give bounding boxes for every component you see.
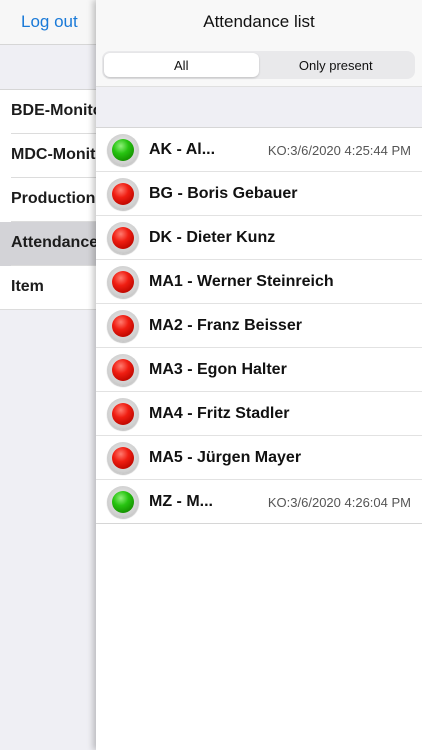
employee-name: MA2 - Franz Beisser xyxy=(149,317,302,334)
status-light-green-icon xyxy=(107,486,139,518)
side-menu: Log out BDE-Monitor MDC-Monitor Producti… xyxy=(0,0,110,750)
status-light-red-icon xyxy=(107,354,139,386)
side-menu-item-label: Attendance xyxy=(11,234,99,251)
status-lamp xyxy=(112,491,134,513)
side-menu-item-bde-monitor[interactable]: BDE-Monitor xyxy=(0,90,110,134)
side-menu-item-mdc-monitor[interactable]: MDC-Monitor xyxy=(0,134,110,178)
clock-time: KO:3/6/2020 4:26:04 PM xyxy=(267,495,411,510)
employee-name: AK - Al... xyxy=(149,141,216,158)
employee-name: MA5 - Jürgen Mayer xyxy=(149,449,302,466)
status-lamp xyxy=(112,403,134,425)
side-menu-item-item[interactable]: Item xyxy=(0,266,110,310)
attendance-row[interactable]: MZ - M... KO:3/6/2020 4:26:04 PM xyxy=(96,480,422,524)
side-menu-spacer xyxy=(0,45,110,89)
status-light-red-icon xyxy=(107,310,139,342)
employee-name: MA1 - Werner Steinreich xyxy=(149,273,334,290)
attendance-panel: Attendance list All Only present AK - Al… xyxy=(96,0,422,750)
attendance-row[interactable]: BG - Boris Gebauer xyxy=(96,172,422,216)
side-menu-item-label: Production xyxy=(11,190,96,207)
employee-name: BG - Boris Gebauer xyxy=(149,185,298,202)
attendance-row[interactable]: MA2 - Franz Beisser xyxy=(96,304,422,348)
attendance-row[interactable]: DK - Dieter Kunz xyxy=(96,216,422,260)
divider xyxy=(0,309,110,310)
status-light-red-icon xyxy=(107,178,139,210)
status-light-red-icon xyxy=(107,222,139,254)
status-lamp xyxy=(112,315,134,337)
status-light-green-icon xyxy=(107,134,139,166)
status-light-red-icon xyxy=(107,442,139,474)
section-spacer xyxy=(96,87,422,128)
attendance-filter-control: All Only present xyxy=(102,51,415,79)
status-lamp xyxy=(112,139,134,161)
side-menu-list: BDE-Monitor MDC-Monitor Production Atten… xyxy=(0,89,110,310)
attendance-row[interactable]: MA5 - Jürgen Mayer xyxy=(96,436,422,480)
filter-all-segment[interactable]: All xyxy=(104,53,259,77)
status-lamp xyxy=(112,183,134,205)
side-menu-item-label: BDE-Monitor xyxy=(11,102,109,119)
attendance-row[interactable]: MA3 - Egon Halter xyxy=(96,348,422,392)
side-menu-item-attendance[interactable]: Attendance xyxy=(0,222,110,266)
status-lamp xyxy=(112,271,134,293)
attendance-row[interactable]: MA4 - Fritz Stadler xyxy=(96,392,422,436)
employee-name: MZ - M... xyxy=(149,493,213,510)
side-menu-item-label: Item xyxy=(11,278,44,295)
employee-name: MA4 - Fritz Stadler xyxy=(149,405,290,422)
filter-only-present-segment[interactable]: Only present xyxy=(259,53,414,77)
nav-bar: Attendance list xyxy=(96,0,422,44)
page-title: Attendance list xyxy=(203,12,315,31)
clock-time: KO:3/6/2020 4:25:44 PM xyxy=(267,143,411,158)
attendance-row[interactable]: MA1 - Werner Steinreich xyxy=(96,260,422,304)
attendance-list: AK - Al... KO:3/6/2020 4:25:44 PM BG - B… xyxy=(96,128,422,524)
attendance-row[interactable]: AK - Al... KO:3/6/2020 4:25:44 PM xyxy=(96,128,422,172)
side-menu-header: Log out xyxy=(0,0,110,45)
side-menu-item-production[interactable]: Production xyxy=(0,178,110,222)
status-lamp xyxy=(112,447,134,469)
divider xyxy=(96,523,422,524)
status-lamp xyxy=(112,227,134,249)
status-lamp xyxy=(112,359,134,381)
status-light-red-icon xyxy=(107,266,139,298)
employee-name: DK - Dieter Kunz xyxy=(149,229,276,246)
logout-button[interactable]: Log out xyxy=(21,12,78,32)
filter-bar: All Only present xyxy=(96,44,422,87)
employee-name: MA3 - Egon Halter xyxy=(149,361,287,378)
status-light-red-icon xyxy=(107,398,139,430)
